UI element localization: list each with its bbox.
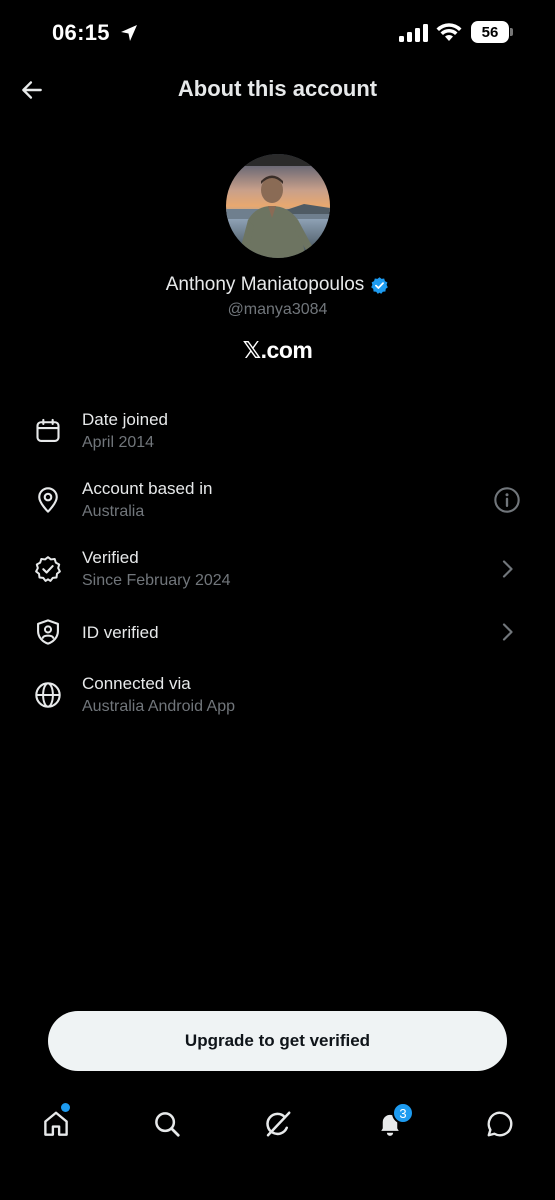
location-pin-icon [32,484,64,516]
x-logo-text: 𝕏.com [242,337,313,363]
grok-icon [266,1111,291,1137]
avatar-photo [226,154,330,258]
info-item-date-joined: Date joined April 2014 [0,406,555,466]
status-time: 06:15 [52,20,110,45]
bottom-nav: 3 [0,1095,555,1155]
status-bar: 06:15 56 [0,0,555,66]
info-label: Verified [82,548,139,567]
info-item-account-based-in: Account based in Australia [0,475,555,535]
messages-icon [487,1111,513,1137]
info-label: Connected via [82,674,191,693]
id-shield-icon [32,616,64,648]
avatar[interactable] [226,154,330,258]
verified-badge-icon [371,276,389,294]
handle: @manya3084 [227,301,328,318]
battery-level: 56 [481,23,499,41]
chevron-right-icon[interactable] [493,618,521,646]
nav-search[interactable] [141,1095,193,1153]
info-value: Australia Android App [82,698,235,715]
search-icon [155,1112,180,1137]
info-icon[interactable] [493,486,521,514]
info-item-id-verified[interactable]: ID verified [0,603,555,663]
info-value: Australia [82,503,145,520]
nav-home[interactable] [30,1095,82,1153]
calendar-icon [32,415,64,447]
info-value: April 2014 [82,434,155,451]
info-value: Since February 2024 [82,572,231,589]
nav-messages[interactable] [474,1095,526,1153]
globe-icon [32,679,64,711]
display-name: Anthony Maniatopoulos [165,274,365,295]
upgrade-button[interactable]: Upgrade to get verified [48,1011,507,1071]
display-name-row: Anthony Maniatopoulos [0,274,555,296]
location-arrow-icon [121,25,137,41]
page-title: About this account [177,76,378,101]
home-icon [44,1111,68,1136]
info-label: ID verified [82,623,159,642]
wifi-icon [436,23,462,41]
chevron-right-icon[interactable] [493,555,521,583]
site-link[interactable]: 𝕏.com [0,337,555,364]
nav-notifications[interactable]: 3 [364,1095,416,1153]
nav-grok[interactable] [252,1095,304,1153]
battery-icon: 56 [471,21,513,43]
info-item-connected-via: Connected via Australia Android App [0,670,555,730]
info-label: Date joined [82,410,169,429]
info-label: Account based in [82,479,213,498]
verified-seal-icon [32,553,64,585]
info-item-verified[interactable]: Verified Since February 2024 [0,544,555,604]
notifications-count-badge: 3 [392,1102,414,1124]
cellular-signal-icon [399,24,428,42]
home-notification-dot [61,1103,70,1112]
